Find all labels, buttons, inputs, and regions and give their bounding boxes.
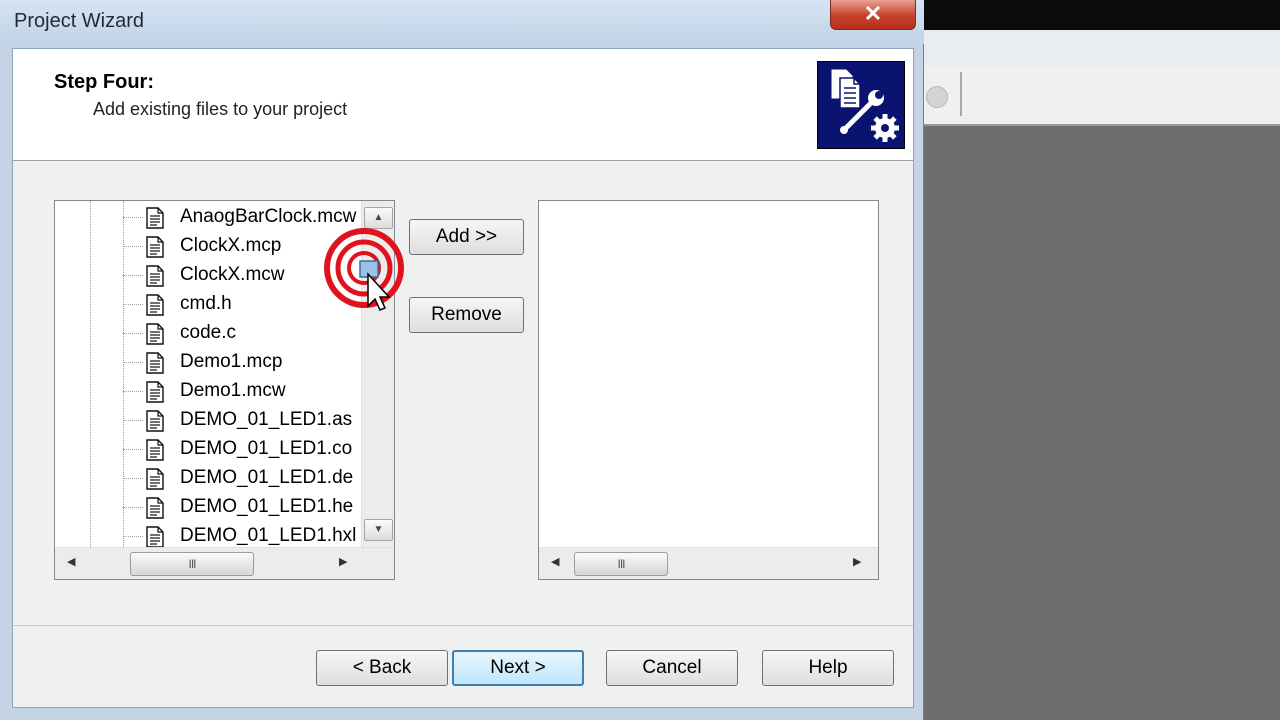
tree-branch-line bbox=[123, 333, 143, 334]
file-name: DEMO_01_LED1.co bbox=[180, 438, 353, 459]
project-files-list[interactable]: ◀ III ▶ bbox=[538, 200, 879, 580]
next-button[interactable]: Next > bbox=[452, 650, 584, 686]
document-icon bbox=[145, 352, 165, 379]
document-icon bbox=[145, 207, 165, 234]
document-icon bbox=[145, 294, 165, 321]
dialog-title: Project Wizard bbox=[14, 10, 145, 32]
document-icon bbox=[145, 410, 165, 437]
file-list-item[interactable]: Demo1.mcp bbox=[123, 348, 363, 377]
footer-separator bbox=[13, 625, 913, 626]
document-icon bbox=[145, 236, 165, 263]
add-button[interactable]: Add >> bbox=[409, 219, 524, 255]
file-name: DEMO_01_LED1.as bbox=[180, 409, 353, 430]
help-button[interactable]: Help bbox=[762, 650, 894, 686]
background-app-menubar bbox=[924, 30, 1280, 67]
wizard-header: Step Four: Add existing files to your pr… bbox=[13, 49, 913, 161]
project-wizard-dialog: Project Wizard ✕ Step Four: Add existing… bbox=[0, 0, 924, 720]
file-name: DEMO_01_LED1.de bbox=[180, 467, 354, 488]
background-app-workspace bbox=[924, 126, 1280, 720]
file-list-item[interactable]: DEMO_01_LED1.de bbox=[123, 464, 363, 493]
tree-branch-line bbox=[123, 275, 143, 276]
toolbar-info-icon[interactable] bbox=[926, 86, 948, 108]
close-button[interactable]: ✕ bbox=[830, 0, 916, 30]
document-icon bbox=[145, 497, 165, 524]
horizontal-scroll-thumb[interactable]: III bbox=[574, 552, 668, 576]
file-name: ClockX.mcp bbox=[180, 235, 282, 256]
dialog-content: Step Four: Add existing files to your pr… bbox=[12, 48, 914, 708]
document-icon bbox=[145, 323, 165, 350]
file-list-item[interactable]: DEMO_01_LED1.as bbox=[123, 406, 363, 435]
remove-button[interactable]: Remove bbox=[409, 297, 524, 333]
scroll-right-arrow-icon[interactable]: ▶ bbox=[853, 555, 861, 568]
scroll-right-arrow-icon[interactable]: ▶ bbox=[339, 555, 347, 568]
scroll-up-button[interactable]: ▲ bbox=[364, 207, 393, 229]
horizontal-scrollbar[interactable]: ◀ III ▶ bbox=[539, 547, 878, 579]
file-list-item[interactable]: Demo1.mcw bbox=[123, 377, 363, 406]
tree-branch-line bbox=[123, 246, 143, 247]
horizontal-scroll-thumb[interactable]: III bbox=[130, 552, 254, 576]
tree-branch-line bbox=[123, 449, 143, 450]
tree-guide-line bbox=[90, 201, 91, 549]
background-app-toolbar bbox=[924, 66, 1280, 126]
document-icon bbox=[145, 439, 165, 466]
horizontal-scrollbar[interactable]: ◀ III ▶ bbox=[55, 547, 394, 579]
background-app-titlebar bbox=[924, 0, 1280, 30]
file-name: DEMO_01_LED1.he bbox=[180, 496, 354, 517]
file-name: ClockX.mcw bbox=[180, 264, 285, 285]
tree-branch-line bbox=[123, 362, 143, 363]
file-list-item[interactable]: code.c bbox=[123, 319, 363, 348]
step-subtitle: Add existing files to your project bbox=[93, 99, 348, 119]
file-list-item[interactable]: DEMO_01_LED1.co bbox=[123, 435, 363, 464]
file-list-item[interactable]: DEMO_01_LED1.he bbox=[123, 493, 363, 522]
dialog-titlebar[interactable]: Project Wizard ✕ bbox=[0, 0, 924, 44]
file-name: AnaogBarClock.mcw bbox=[180, 206, 357, 227]
document-icon bbox=[145, 381, 165, 408]
files-wrench-gear-icon bbox=[817, 61, 905, 149]
tree-branch-line bbox=[123, 478, 143, 479]
tree-branch-line bbox=[123, 391, 143, 392]
document-icon bbox=[145, 265, 165, 292]
tree-branch-line bbox=[123, 217, 143, 218]
file-name: Demo1.mcp bbox=[180, 351, 283, 372]
scroll-left-arrow-icon[interactable]: ◀ bbox=[551, 555, 559, 568]
tree-branch-line bbox=[123, 507, 143, 508]
step-title: Step Four: bbox=[54, 71, 154, 93]
document-icon bbox=[145, 468, 165, 495]
tree-branch-line bbox=[123, 536, 143, 537]
tree-branch-line bbox=[123, 420, 143, 421]
file-name: cmd.h bbox=[180, 293, 232, 314]
toolbar-separator bbox=[960, 72, 962, 116]
back-button[interactable]: < Back bbox=[316, 650, 448, 686]
scroll-left-arrow-icon[interactable]: ◀ bbox=[67, 555, 75, 568]
file-name: code.c bbox=[180, 322, 236, 343]
scroll-down-button[interactable]: ▼ bbox=[364, 519, 393, 541]
cancel-button[interactable]: Cancel bbox=[606, 650, 738, 686]
file-name: Demo1.mcw bbox=[180, 380, 286, 401]
click-indicator-icon bbox=[324, 228, 404, 311]
tree-branch-line bbox=[123, 304, 143, 305]
file-name: DEMO_01_LED1.hxl bbox=[180, 525, 357, 546]
